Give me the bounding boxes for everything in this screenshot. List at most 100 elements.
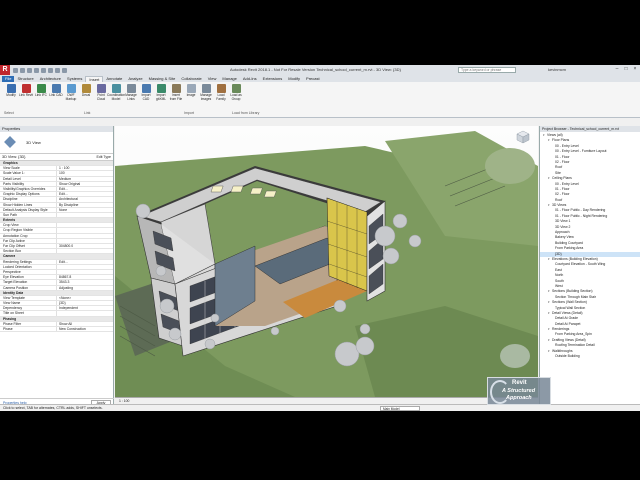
property-value[interactable]: 304800.0 (56, 244, 113, 249)
browser-node-label: 3D View 2 (555, 224, 571, 229)
browser-node-label: Outside Building (555, 354, 580, 359)
browser-node-label: 01 - Floor (555, 186, 570, 191)
property-value[interactable]: {3D} (56, 301, 113, 306)
building-model[interactable] (115, 126, 538, 397)
browser-node-label: Renderings (552, 327, 570, 332)
open-icon[interactable] (13, 67, 18, 73)
insert-from-file-icon (171, 84, 181, 93)
load-as-group-button[interactable]: Load as Group (229, 84, 243, 110)
image-label: Image (186, 93, 196, 97)
decal-button[interactable]: Decal (79, 84, 93, 110)
dwf-markup-button[interactable]: DWF Markup (64, 84, 78, 110)
user-name[interactable]: kevinmcm (548, 67, 566, 72)
load-family-button[interactable]: Load Family (214, 84, 228, 110)
import-cad-icon (141, 84, 151, 93)
property-value[interactable]: Edit... (56, 186, 113, 192)
minimize-icon[interactable]: – (614, 66, 620, 73)
property-value[interactable]: None (56, 207, 113, 212)
property-value[interactable] (56, 223, 113, 228)
property-value[interactable]: <None> (56, 295, 113, 301)
property-value[interactable]: New Construction (56, 327, 113, 332)
link-cad-label: Link CAD (49, 93, 63, 97)
property-value[interactable]: Edit... (56, 259, 113, 264)
property-name: Far Clip Active (3, 238, 25, 243)
maximize-icon[interactable]: □ (623, 66, 629, 73)
property-value[interactable]: 1 : 100 (56, 166, 113, 171)
edit-type-button[interactable]: Edit Type (96, 155, 111, 159)
search-input[interactable]: Type a keyword or phrase (458, 67, 516, 73)
status-message: Click to select, TAB for alternates, CTR… (3, 406, 103, 410)
browser-node-label: 00 - Entry Level (555, 181, 579, 186)
property-value[interactable]: 100 (56, 171, 113, 176)
property-value[interactable]: Show All (56, 321, 113, 326)
property-value[interactable] (56, 269, 113, 275)
property-name: Phasing (3, 316, 17, 321)
property-value[interactable]: Edit... (56, 192, 113, 197)
undo-icon[interactable] (27, 67, 32, 73)
property-value[interactable]: Independent (56, 306, 113, 311)
link-ifc-button[interactable]: Link IFC (34, 84, 48, 110)
manage-images-button[interactable]: Manage Images (199, 84, 213, 110)
insert-from-file-button[interactable]: Insert from File (169, 84, 183, 110)
browser-node-label: From Parking Area (555, 246, 584, 251)
property-value[interactable]: By Discipline (56, 202, 113, 207)
view-selector[interactable]: 3D View: {3D} (2, 155, 26, 159)
property-value[interactable]: Medium (56, 176, 113, 181)
browser-node-label: Courtyard Elevation - South Wing (555, 262, 606, 267)
print-icon[interactable] (41, 67, 46, 73)
property-value[interactable] (56, 233, 113, 238)
main-model-selector[interactable]: Main Model (380, 406, 420, 411)
viewcube-icon[interactable] (514, 130, 532, 144)
property-row[interactable]: Phase New Construction (0, 327, 113, 333)
browser-node-label: Ceiling Plans (552, 176, 572, 181)
browser-node[interactable]: Outside Building (540, 354, 640, 359)
browser-node-label: 01 - Floor Public - Night Rendering (555, 213, 608, 218)
image-button[interactable]: Image (184, 84, 198, 110)
property-value[interactable]: 3543.3 (56, 280, 113, 285)
save-icon[interactable] (20, 67, 25, 73)
property-value[interactable] (56, 264, 113, 269)
3d-view-icon[interactable] (62, 67, 67, 73)
import-cad-button[interactable]: Import CAD (139, 84, 153, 110)
browser-node-label: Views (all) (547, 133, 563, 137)
panel-select-label[interactable]: Select (4, 111, 14, 115)
property-name: Title on Sheet (3, 311, 24, 316)
coordination-model-button[interactable]: Coordination Model (107, 84, 125, 110)
close-icon[interactable]: × (632, 66, 638, 73)
properties-rows: Graphics View Scale 1 : 100 Scale Value 1: 1… (0, 161, 113, 333)
property-name: View Template (3, 295, 25, 300)
measure-icon[interactable] (48, 67, 53, 73)
dwf-markup-label: DWF Markup (65, 93, 77, 101)
point-cloud-label: Point Cloud (96, 93, 106, 101)
browser-node-label: Section Through Main Stair (555, 294, 597, 299)
browser-node-label: Sections (Wall Section) (552, 300, 587, 305)
property-name: Detail Level (3, 176, 21, 181)
point-cloud-button[interactable]: Point Cloud (94, 84, 108, 110)
property-value[interactable]: Adjusting (56, 285, 113, 290)
load-as-group-label: Load as Group (230, 93, 242, 101)
property-value[interactable] (56, 228, 113, 233)
property-value[interactable] (56, 212, 113, 218)
redo-icon[interactable] (34, 67, 39, 73)
manage-links-button[interactable]: Manage Links (124, 84, 138, 110)
link-cad-button[interactable]: Link CAD (49, 84, 63, 110)
type-selector[interactable]: 3D View (0, 132, 113, 154)
text-icon[interactable] (55, 67, 60, 73)
view-scale[interactable]: 1 : 100 (119, 399, 129, 403)
title-bar: R Autodesk Revit 2018.1 - Not For Resale… (0, 65, 640, 75)
link-revit-button[interactable]: Link Revit (19, 84, 33, 110)
property-value[interactable]: Architectural (56, 197, 113, 202)
revit-logo-icon[interactable]: R (0, 65, 10, 75)
property-value[interactable] (56, 249, 113, 254)
property-value[interactable]: 84867.8 (56, 275, 113, 280)
property-name: Eye Elevation (3, 275, 24, 280)
property-value[interactable] (56, 311, 113, 316)
property-value[interactable]: Show Original (56, 181, 113, 186)
property-value[interactable] (56, 238, 113, 243)
view-instance-row[interactable]: 3D View: {3D} Edit Type (0, 154, 113, 161)
import-gbxml-button[interactable]: Import gbXML (154, 84, 168, 110)
3d-viewport[interactable] (115, 126, 538, 397)
browser-node-label: Detail At Parapet (555, 321, 581, 326)
manage-links-icon (126, 84, 136, 93)
modify-button[interactable]: Modify (4, 84, 18, 110)
